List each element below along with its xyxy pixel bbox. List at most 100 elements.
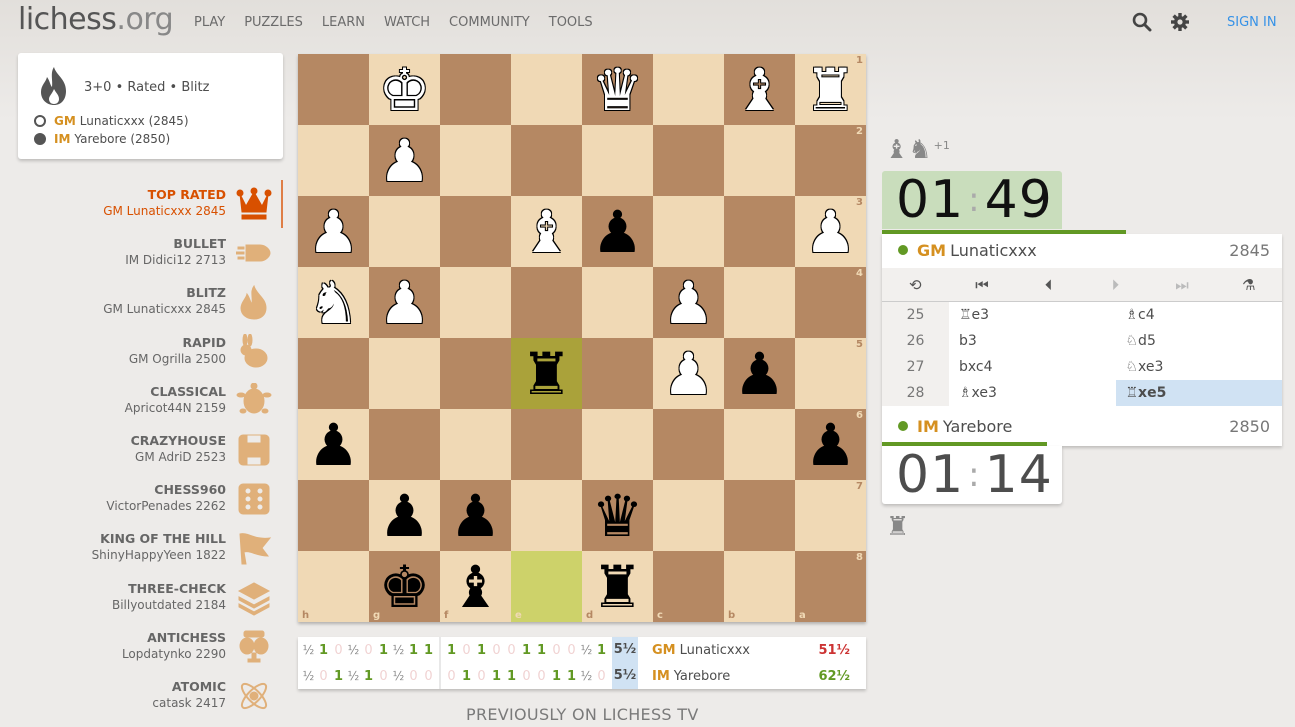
- square-h5[interactable]: [298, 338, 369, 409]
- nav-play[interactable]: PLAY: [194, 15, 225, 30]
- previously-on-tv-heading[interactable]: PREVIOUSLY ON LICHESS TV: [466, 705, 699, 724]
- white-pawn-icon[interactable]: ♟: [379, 132, 431, 190]
- white-move[interactable]: ♗xe3: [949, 380, 1116, 406]
- black-pawn-icon[interactable]: ♟: [805, 416, 857, 474]
- black-queen-icon[interactable]: ♛: [592, 487, 644, 545]
- fire-icon[interactable]: [236, 284, 272, 320]
- game-result[interactable]: 0: [316, 669, 331, 684]
- rabbit-icon[interactable]: [236, 333, 272, 370]
- square-h7[interactable]: [298, 480, 369, 551]
- tv-channel-chess960[interactable]: CHESS960 VictorPenades 2262: [26, 482, 226, 513]
- square-e1[interactable]: [511, 54, 582, 125]
- game-result[interactable]: ½: [346, 643, 361, 657]
- black-pawn-icon[interactable]: ♟: [592, 203, 644, 261]
- square-h1[interactable]: [298, 54, 369, 125]
- crazyhouse-icon[interactable]: [236, 432, 272, 468]
- square-d3[interactable]: ♟: [582, 196, 653, 267]
- tv-channel-atomic[interactable]: ATOMIC catask 2417: [26, 679, 226, 710]
- square-a2[interactable]: 2: [795, 125, 866, 196]
- white-pawn-icon[interactable]: ♟: [379, 274, 431, 332]
- square-f7[interactable]: ♟: [440, 480, 511, 551]
- game-result[interactable]: 1: [406, 643, 421, 658]
- flag-icon[interactable]: [236, 530, 272, 566]
- white-pawn-icon[interactable]: ♟: [663, 274, 715, 332]
- tv-channel-three-check[interactable]: THREE-CHECK Billyoutdated 2184: [26, 581, 226, 612]
- white-bishop-icon[interactable]: ♝: [521, 203, 573, 261]
- game-result[interactable]: 0: [549, 643, 564, 658]
- square-f4[interactable]: [440, 267, 511, 338]
- top-user[interactable]: GM Lunaticxxx 2845: [882, 234, 1282, 266]
- square-e8[interactable]: e: [511, 551, 582, 622]
- square-h3[interactable]: ♟: [298, 196, 369, 267]
- game-result[interactable]: 1: [519, 643, 534, 658]
- square-g8[interactable]: ♚ g: [369, 551, 440, 622]
- next-move-button[interactable]: ⏵: [1082, 268, 1149, 301]
- square-d1[interactable]: ♛: [582, 54, 653, 125]
- square-c3[interactable]: [653, 196, 724, 267]
- game-result[interactable]: 0: [519, 669, 534, 684]
- crown-icon[interactable]: [236, 186, 272, 222]
- game-result[interactable]: 0: [444, 669, 459, 684]
- game-result[interactable]: 1: [504, 669, 519, 684]
- sign-in-link[interactable]: SIGN IN: [1227, 15, 1277, 30]
- nav-tools[interactable]: TOOLS: [549, 15, 593, 30]
- game-result[interactable]: 1: [549, 669, 564, 684]
- nav-learn[interactable]: LEARN: [322, 15, 365, 30]
- black-rook-icon[interactable]: ♜: [521, 345, 573, 403]
- black-pawn-icon[interactable]: ♟: [308, 416, 360, 474]
- antichess-icon[interactable]: [236, 629, 272, 665]
- game-result[interactable]: 1: [316, 643, 331, 658]
- square-d6[interactable]: [582, 409, 653, 480]
- square-g1[interactable]: ♚: [369, 54, 440, 125]
- square-a7[interactable]: 7: [795, 480, 866, 551]
- tv-channel-crazyhouse[interactable]: CRAZYHOUSE GM AdriD 2523: [26, 433, 226, 464]
- square-e6[interactable]: [511, 409, 582, 480]
- black-player[interactable]: IM Yarebore (2850): [34, 132, 170, 146]
- game-result[interactable]: ½: [301, 643, 316, 657]
- tv-channel-blitz[interactable]: BLITZ GM Lunaticxxx 2845: [26, 285, 226, 316]
- first-move-button[interactable]: ⏮: [949, 268, 1016, 301]
- game-result[interactable]: 0: [331, 643, 346, 658]
- square-f3[interactable]: [440, 196, 511, 267]
- square-f1[interactable]: [440, 54, 511, 125]
- square-a8[interactable]: 8a: [795, 551, 866, 622]
- tv-channel-classical[interactable]: CLASSICAL Apricot44N 2159: [26, 384, 226, 415]
- white-queen-icon[interactable]: ♛: [592, 61, 644, 119]
- tv-channel-king-of-the-hill[interactable]: KING OF THE HILL ShinyHappyYeen 1822: [26, 531, 226, 562]
- game-result[interactable]: 1: [594, 643, 609, 658]
- square-e2[interactable]: [511, 125, 582, 196]
- tv-channel-antichess[interactable]: ANTICHESS Lopdatynko 2290: [26, 630, 226, 661]
- square-a1[interactable]: ♜ 1: [795, 54, 866, 125]
- game-result[interactable]: 0: [421, 669, 436, 684]
- square-b4[interactable]: [724, 267, 795, 338]
- game-result[interactable]: 0: [406, 669, 421, 684]
- game-result[interactable]: ½: [391, 669, 406, 683]
- white-bishop-icon[interactable]: ♝: [734, 61, 786, 119]
- white-pawn-icon[interactable]: ♟: [308, 203, 360, 261]
- black-move[interactable]: ♘d5: [1116, 328, 1283, 354]
- square-b1[interactable]: ♝: [724, 54, 795, 125]
- game-result[interactable]: 1: [564, 669, 579, 684]
- square-g7[interactable]: ♟: [369, 480, 440, 551]
- square-f5[interactable]: [440, 338, 511, 409]
- game-result[interactable]: 1: [421, 643, 436, 658]
- game-result[interactable]: 1: [331, 669, 346, 684]
- square-d7[interactable]: ♛: [582, 480, 653, 551]
- chess-board[interactable]: ♚ ♛ ♝ ♜ 1 ♟ 2 ♟ ♝ ♟ ♟ 3 ♞ ♟ ♟ 4 ♜ ♟ ♟ 5 ♟ ♟ 6 ♟ ♟ ♛ 7 h ♚ g ♝ f e ♜ d c b 8 a: [298, 54, 866, 622]
- tv-channel-bullet[interactable]: BULLET IM Didici12 2713: [26, 236, 226, 267]
- square-d4[interactable]: [582, 267, 653, 338]
- bullet-icon[interactable]: [236, 235, 272, 271]
- game-result[interactable]: 1: [534, 643, 549, 658]
- atom-icon[interactable]: [236, 678, 272, 714]
- square-e4[interactable]: [511, 267, 582, 338]
- white-move[interactable]: b3: [949, 328, 1116, 354]
- square-c1[interactable]: [653, 54, 724, 125]
- game-result[interactable]: ½: [391, 643, 406, 657]
- square-h4[interactable]: ♞: [298, 267, 369, 338]
- square-g6[interactable]: [369, 409, 440, 480]
- game-result[interactable]: 1: [361, 669, 376, 684]
- game-result[interactable]: ½: [346, 669, 361, 683]
- square-e5[interactable]: ♜: [511, 338, 582, 409]
- game-result[interactable]: 0: [459, 643, 474, 658]
- black-bishop-icon[interactable]: ♝: [450, 558, 502, 616]
